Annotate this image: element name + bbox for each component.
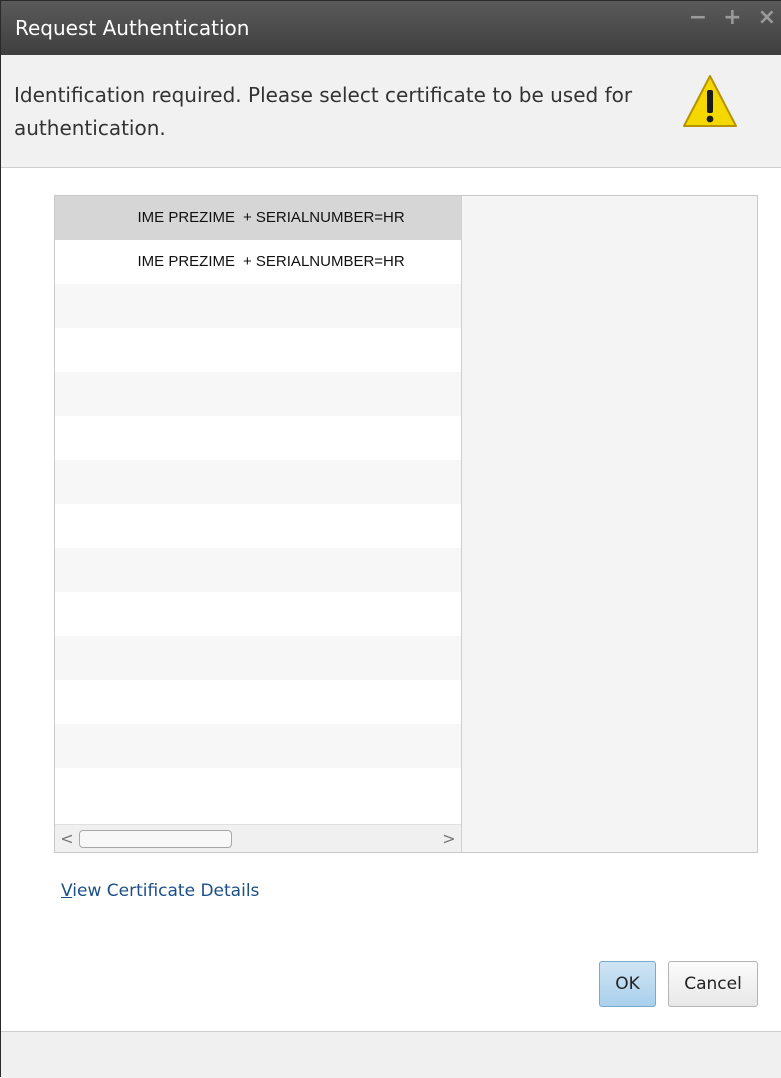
- view-certificate-details-link[interactable]: View Certificate Details: [61, 881, 259, 901]
- empty-row: [55, 636, 461, 680]
- mnemonic-letter: V: [61, 881, 73, 901]
- maximize-icon[interactable]: +: [723, 7, 741, 29]
- certificate-name: IME PREZIME: [137, 209, 235, 226]
- window-controls: − + ×: [689, 7, 776, 29]
- empty-row: [55, 724, 461, 768]
- authentication-dialog: Request Authentication − + × Identificat…: [0, 0, 781, 1078]
- warning-icon: [683, 75, 737, 127]
- certificate-panel: IME PREZIME + SERIALNUMBER=HR IME PREZIM…: [54, 195, 758, 853]
- title-bar[interactable]: Request Authentication − + ×: [1, 1, 781, 55]
- empty-row: [55, 768, 461, 812]
- empty-row: [55, 460, 461, 504]
- scrollbar-thumb[interactable]: [79, 830, 232, 848]
- minimize-icon[interactable]: −: [689, 7, 707, 29]
- dialog-footer: [1, 1031, 781, 1078]
- horizontal-scrollbar[interactable]: < >: [55, 824, 461, 852]
- empty-row: [55, 680, 461, 724]
- scroll-right-icon[interactable]: >: [440, 829, 458, 849]
- window-title: Request Authentication: [15, 16, 250, 40]
- empty-row: [55, 416, 461, 460]
- empty-row: [55, 504, 461, 548]
- certificate-row[interactable]: IME PREZIME + SERIALNUMBER=HR: [55, 196, 461, 240]
- certificate-serial: + SERIALNUMBER=HR: [243, 209, 405, 226]
- certificate-name: IME PREZIME: [137, 253, 235, 270]
- certificate-list[interactable]: IME PREZIME + SERIALNUMBER=HR IME PREZIM…: [55, 196, 462, 852]
- close-icon[interactable]: ×: [758, 7, 776, 29]
- empty-row: [55, 592, 461, 636]
- empty-row: [55, 328, 461, 372]
- identification-message: Identification required. Please select c…: [14, 83, 633, 140]
- message-header: Identification required. Please select c…: [1, 55, 781, 168]
- certificate-serial: + SERIALNUMBER=HR: [243, 253, 405, 270]
- cancel-button[interactable]: Cancel: [668, 961, 758, 1007]
- certificate-row[interactable]: IME PREZIME + SERIALNUMBER=HR: [55, 240, 461, 284]
- ok-button[interactable]: OK: [599, 961, 656, 1007]
- empty-row: [55, 548, 461, 592]
- empty-row: [55, 372, 461, 416]
- link-label: iew Certificate Details: [72, 881, 260, 901]
- scroll-left-icon[interactable]: <: [58, 829, 76, 849]
- empty-row: [55, 284, 461, 328]
